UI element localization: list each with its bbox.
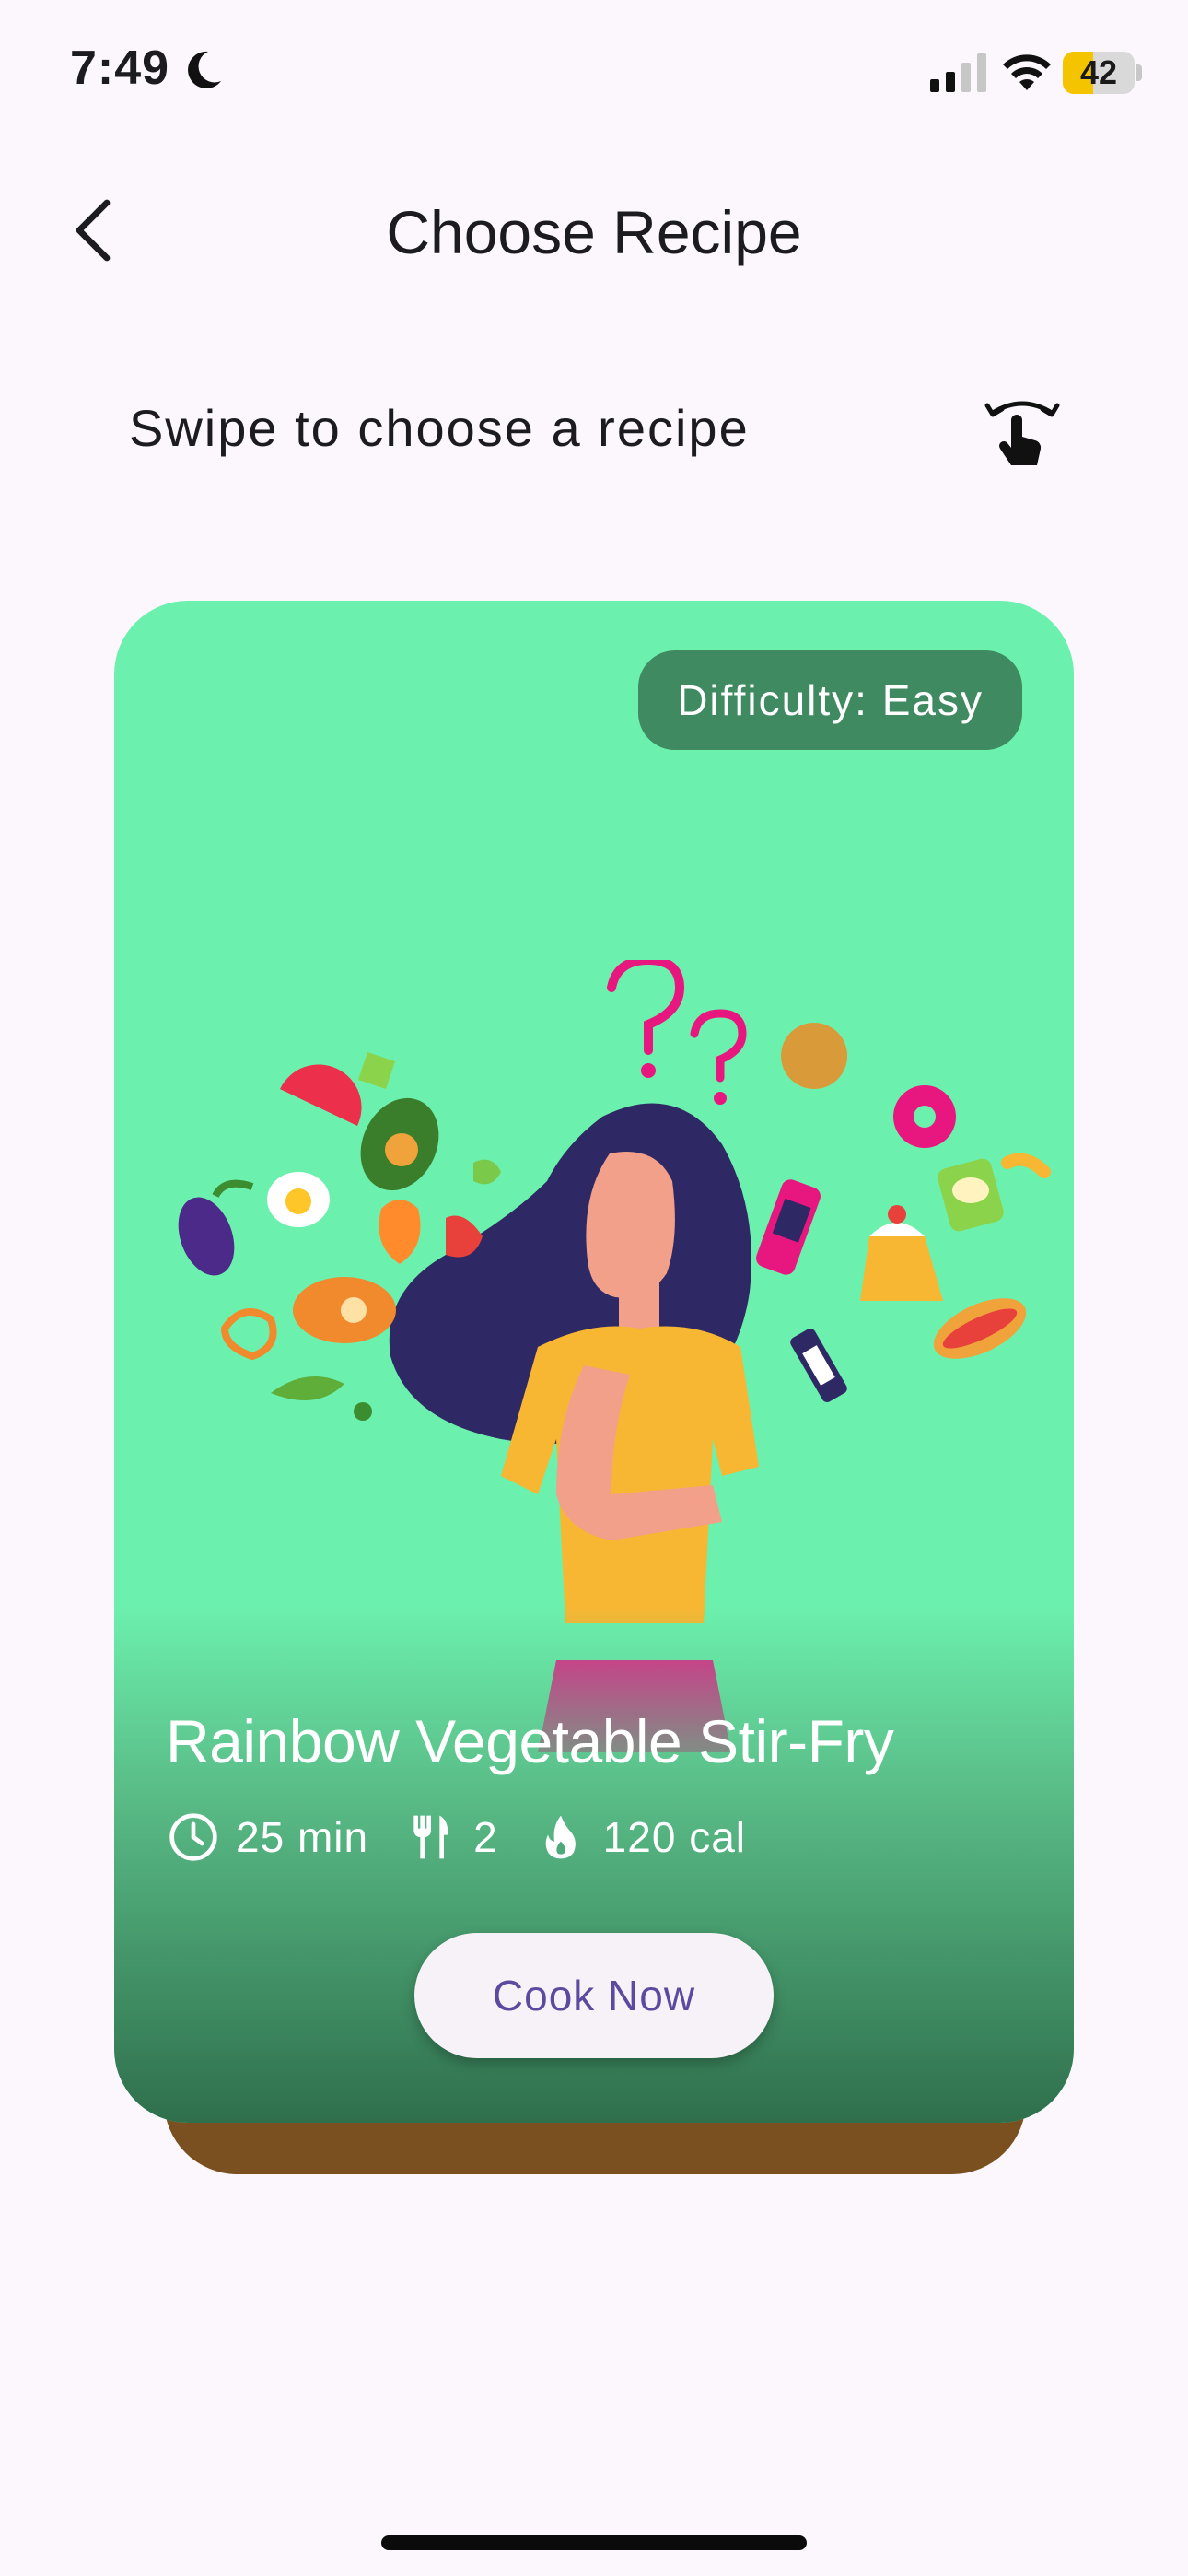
status-bar: 7:49 42	[0, 0, 1188, 138]
wifi-icon	[1003, 54, 1051, 90]
cook-time-value: 25 min	[236, 1813, 369, 1861]
swipe-instruction: Swipe to choose a recipe	[129, 399, 750, 457]
swipe-gesture-icon	[984, 401, 1060, 465]
flame-icon	[545, 1815, 576, 1859]
calories: 120 cal	[535, 1811, 746, 1863]
servings-value: 2	[473, 1813, 498, 1861]
battery-indicator: 42	[1063, 52, 1142, 94]
calories-value: 120 cal	[602, 1813, 747, 1861]
page-title: Choose Recipe	[386, 198, 802, 266]
clock-icon	[169, 1813, 217, 1861]
moon-icon	[188, 51, 221, 88]
cook-time: 25 min	[168, 1811, 368, 1863]
status-time: 7:49	[70, 41, 170, 95]
recipe-meta: 25 min 2 120 cal	[168, 1811, 783, 1863]
recipe-card[interactable]: Difficulty: Easy Rainbow Vegetable Stir-…	[114, 601, 1074, 2123]
battery-body: 42	[1063, 52, 1135, 94]
servings: 2	[405, 1811, 498, 1863]
difficulty-badge: Difficulty: Easy	[638, 650, 1022, 750]
battery-level: 42	[1079, 53, 1118, 91]
home-indicator[interactable]	[381, 2535, 807, 2550]
header: Choose Recipe	[0, 166, 1188, 295]
screen: 7:49 42 Choose Recipe Swipe to choose a …	[0, 0, 1188, 2576]
recipe-title: Rainbow Vegetable Stir-Fry	[166, 1707, 894, 1775]
cellular-signal-icon	[930, 53, 986, 92]
utensils-icon	[413, 1815, 448, 1859]
cook-now-button[interactable]: Cook Now	[414, 1933, 774, 2058]
battery-tip	[1136, 64, 1142, 81]
